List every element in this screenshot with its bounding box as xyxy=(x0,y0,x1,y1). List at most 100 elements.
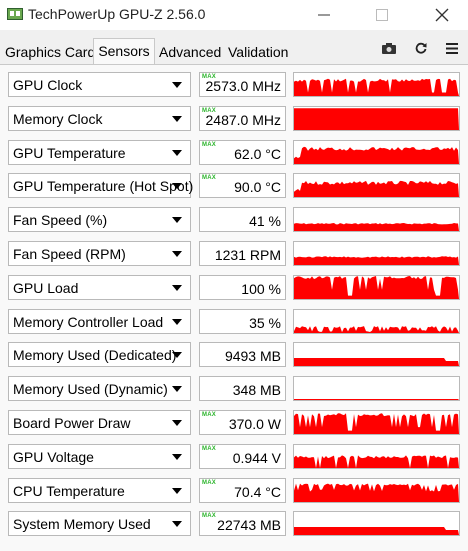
sensor-name: GPU Temperature xyxy=(13,144,126,161)
sensor-graph-area xyxy=(294,181,459,198)
camera-icon xyxy=(382,42,396,54)
sensor-value: 41 % xyxy=(249,213,281,230)
sensor-value-box: MAX 2573.0 MHz xyxy=(199,72,286,97)
sensor-value: 370.0 W xyxy=(228,416,281,432)
sensor-name-dropdown[interactable]: CPU Temperature xyxy=(8,477,191,503)
sensor-name: GPU Temperature (Hot Spot) xyxy=(13,178,194,195)
sensor-row: Fan Speed (%) 41 % xyxy=(0,202,468,236)
title-bar: TechPowerUp GPU-Z 2.56.0 xyxy=(0,0,468,30)
sensor-name-dropdown[interactable]: Memory Used (Dynamic) xyxy=(8,376,191,402)
sensor-graph-svg xyxy=(294,181,459,198)
dropdown-arrow-icon xyxy=(172,352,182,359)
sensor-name-dropdown[interactable]: GPU Voltage xyxy=(8,443,191,469)
sensor-graph-svg xyxy=(294,399,459,401)
sensor-row: Memory Used (Dynamic) 348 MB xyxy=(0,371,468,405)
dropdown-arrow-icon xyxy=(172,284,182,291)
sensor-value-box: 9493 MB xyxy=(199,342,286,368)
sensor-value-box: MAX 370.0 W xyxy=(199,410,286,435)
sensor-graph-area xyxy=(294,275,459,299)
dropdown-arrow-icon xyxy=(172,217,182,224)
sensor-name-dropdown[interactable]: Fan Speed (RPM) xyxy=(8,241,191,266)
sensor-name: Memory Clock xyxy=(13,110,103,127)
sensor-graph xyxy=(293,274,460,300)
sensor-name: GPU Load xyxy=(13,279,79,296)
sensor-value: 70.4 °C xyxy=(234,483,281,500)
sensor-value: 62.0 °C xyxy=(234,145,281,162)
sensor-name-dropdown[interactable]: Memory Clock xyxy=(8,105,191,131)
tab-advanced[interactable]: Advanced xyxy=(156,41,224,63)
dropdown-arrow-icon xyxy=(172,149,182,156)
dropdown-arrow-icon xyxy=(172,251,182,257)
sensor-name-dropdown[interactable]: Memory Used (Dedicated) xyxy=(8,342,191,368)
sensor-graph-area xyxy=(294,107,459,130)
sensor-graph-area xyxy=(294,455,459,468)
sensor-row: Memory Used (Dedicated) 9493 MB xyxy=(0,337,468,371)
sensor-graph xyxy=(293,207,460,233)
sensor-value-box: 41 % xyxy=(199,207,286,233)
sensor-name-dropdown[interactable]: GPU Temperature xyxy=(8,139,191,165)
sensor-graph xyxy=(293,342,460,368)
close-icon xyxy=(435,8,449,22)
sensor-name-dropdown[interactable]: Board Power Draw xyxy=(8,410,191,435)
sensor-row: GPU Temperature MAX 62.0 °C xyxy=(0,135,468,169)
dropdown-arrow-icon xyxy=(172,183,182,190)
sensor-name-dropdown[interactable]: Fan Speed (%) xyxy=(8,207,191,233)
sensor-graph-svg xyxy=(294,275,459,299)
sensor-row: Memory Controller Load 35 % xyxy=(0,304,468,338)
refresh-button[interactable] xyxy=(413,41,429,55)
sensor-graph-area xyxy=(294,399,459,401)
sensor-name: CPU Temperature xyxy=(13,482,125,499)
sensor-value-box: 100 % xyxy=(199,274,286,300)
sensor-graph-svg xyxy=(294,455,459,468)
screenshot-button[interactable] xyxy=(381,41,397,55)
sensor-graph-area xyxy=(294,256,459,265)
dropdown-arrow-icon xyxy=(172,453,182,460)
dropdown-arrow-icon xyxy=(172,82,182,88)
close-button[interactable] xyxy=(420,2,464,28)
sensor-value-box: MAX 0.944 V xyxy=(199,443,286,469)
sensor-graph-svg xyxy=(294,413,459,434)
sensor-name: Memory Used (Dynamic) xyxy=(13,381,168,398)
window-title: TechPowerUp GPU-Z 2.56.0 xyxy=(28,6,206,22)
tab-sensors[interactable]: Sensors xyxy=(93,38,155,64)
sensor-name-dropdown[interactable]: GPU Temperature (Hot Spot) xyxy=(8,173,194,199)
sensor-name: Memory Controller Load xyxy=(13,313,164,330)
sensor-row: CPU Temperature MAX 70.4 °C xyxy=(0,473,468,507)
menu-button[interactable] xyxy=(444,41,460,55)
sensor-graph-area xyxy=(294,358,459,367)
sensor-graph xyxy=(293,477,460,503)
minimize-button[interactable] xyxy=(302,2,346,28)
sensor-graph-svg xyxy=(294,358,459,367)
tab-graphics-card[interactable]: Graphics Card xyxy=(2,41,98,63)
sensor-name: Fan Speed (RPM) xyxy=(13,246,126,262)
sensor-value: 9493 MB xyxy=(224,348,281,365)
sensor-graph xyxy=(293,511,460,537)
sensor-value-box: MAX 2487.0 MHz xyxy=(199,105,286,131)
sensor-value: 100 % xyxy=(241,280,281,297)
sensor-value: 35 % xyxy=(249,314,281,331)
sensor-value: 90.0 °C xyxy=(234,179,281,196)
menu-icon xyxy=(446,42,458,54)
sensor-value-box: 348 MB xyxy=(199,376,286,402)
sensor-graph xyxy=(293,443,460,469)
sensor-name-dropdown[interactable]: System Memory Used xyxy=(8,511,191,537)
sensor-graph-area xyxy=(294,78,459,96)
dropdown-arrow-icon xyxy=(172,318,182,325)
sensor-row: System Memory Used MAX 22743 MB xyxy=(0,506,468,540)
max-indicator: MAX xyxy=(202,479,216,486)
dropdown-arrow-icon xyxy=(172,115,182,122)
sensor-row: GPU Clock MAX 2573.0 MHz xyxy=(0,67,468,101)
refresh-icon xyxy=(415,42,427,54)
max-indicator: MAX xyxy=(202,445,216,452)
dropdown-arrow-icon xyxy=(172,487,182,494)
sensor-value-box: 35 % xyxy=(199,308,286,334)
sensor-name-dropdown[interactable]: GPU Clock xyxy=(8,72,191,97)
sensor-graph xyxy=(293,72,460,97)
maximize-button[interactable] xyxy=(360,2,404,28)
sensor-name-dropdown[interactable]: GPU Load xyxy=(8,274,191,300)
sensor-value: 1231 RPM xyxy=(214,247,281,263)
sensor-graph-svg xyxy=(294,107,459,130)
minimize-icon xyxy=(318,14,330,16)
sensor-name-dropdown[interactable]: Memory Controller Load xyxy=(8,308,191,334)
tab-validation[interactable]: Validation xyxy=(225,41,291,63)
